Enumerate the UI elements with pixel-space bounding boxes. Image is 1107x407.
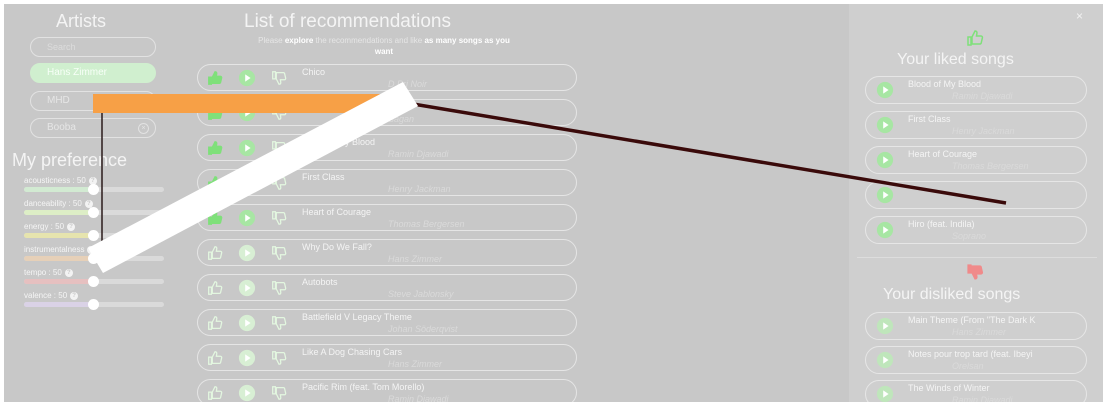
annotation-arrow-line: [400, 100, 1007, 205]
annotation-overlay: [88, 82, 1007, 273]
